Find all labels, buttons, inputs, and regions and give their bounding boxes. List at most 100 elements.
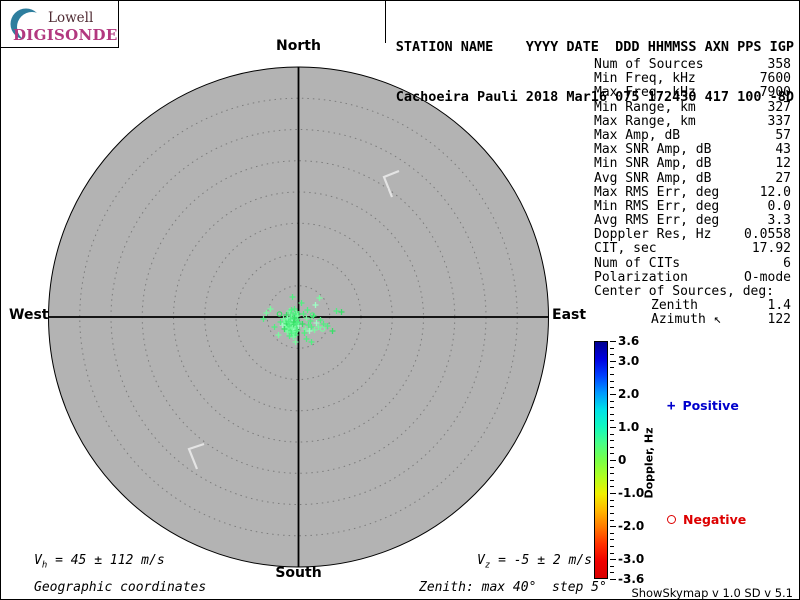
stat-value: O-mode [744, 271, 791, 285]
colorbar-tick [610, 467, 614, 468]
stat-label: Num of Sources [594, 58, 704, 72]
colorbar-tick [610, 394, 616, 395]
logo-text-lowell: Lowell [48, 10, 93, 26]
legend-negative: Negative [667, 512, 746, 527]
stat-value: 12.0 [760, 186, 791, 200]
stat-row: Doppler Res, Hz 0.0558 [594, 228, 791, 242]
colorbar-tick [610, 493, 616, 494]
stat-row: Max Range, km 337 [594, 115, 791, 129]
stat-value: 43 [775, 143, 791, 157]
legend-positive-label: Positive [682, 398, 738, 413]
colorbar-tick-label: -1.0 [618, 486, 644, 500]
vz-text: = -5 ± 2 m/s [490, 553, 592, 568]
colorbar-tick [610, 407, 614, 408]
stat-value: 0.0558 [744, 228, 791, 242]
stat-label: Min Range, km [594, 101, 696, 115]
lowell-digisonde-logo: Lowell DIGISONDE [1, 1, 119, 48]
colorbar-tick [610, 447, 614, 448]
colorbar-tick [610, 434, 614, 435]
stat-label: Polarization [594, 271, 688, 285]
header-column-titles: STATION NAME YYYY DATE DDD HHMMSS AXN PP… [396, 39, 794, 56]
stat-row: Num of CITs 6 [594, 257, 791, 271]
stat-value: 57 [775, 129, 791, 143]
stat-value: 0.0 [768, 200, 791, 214]
colorbar-tick [610, 348, 614, 349]
colorbar-tick [610, 374, 614, 375]
stat-row: Max Amp, dB 57 [594, 129, 791, 143]
colorbar-axis-label: Doppler, Hz [643, 427, 656, 498]
stat-label: Max Amp, dB [594, 129, 680, 143]
stat-value: 27 [775, 172, 791, 186]
colorbar-tick [610, 553, 614, 554]
colorbar-tick-label: 1.0 [618, 420, 639, 434]
colorbar-tick [610, 387, 614, 388]
stat-label: Zenith [651, 299, 698, 313]
logo-text-digisonde: DIGISONDE [13, 26, 118, 44]
stat-label: Min RMS Err, deg [594, 200, 719, 214]
colorbar-tick-label: -3.0 [618, 552, 644, 566]
colorbar-tick [610, 420, 614, 421]
colorbar-tick [610, 427, 616, 428]
colorbar-tick-label: 2.0 [618, 387, 639, 401]
stat-label: Avg SNR Amp, dB [594, 172, 711, 186]
colorbar-tick [610, 460, 616, 461]
stat-value: 358 [768, 58, 791, 72]
colorbar-tick [610, 526, 616, 527]
colorbar-tick [610, 546, 614, 547]
stat-row: Zenith 1.4 [594, 299, 791, 313]
stat-value: 1.4 [768, 299, 791, 313]
colorbar-tick [610, 506, 614, 507]
colorbar-tick [610, 520, 614, 521]
stat-label: Max Range, km [594, 115, 696, 129]
stat-row: Min Freq, kHz7600 [594, 72, 791, 86]
version-label: ShowSkymap v 1.0 SD v 5.1 [631, 586, 793, 600]
colorbar-tick [610, 401, 614, 402]
showskymap-window: Lowell DIGISONDE STATION NAME YYYY DATE … [0, 0, 800, 600]
colorbar-tick [610, 533, 614, 534]
colorbar-tick [610, 473, 614, 474]
stat-row: Max Freq, kHz 7900 [594, 86, 791, 100]
stat-label: Center of Sources, deg: [594, 285, 774, 299]
zenith-range-note: Zenith: max 40° step 5° [419, 580, 607, 595]
stat-value: 17.92 [752, 242, 791, 256]
stat-label: Min SNR Amp, dB [594, 157, 711, 171]
stat-row: Min RMS Err, deg 0.0 [594, 200, 791, 214]
stat-value: 12 [775, 157, 791, 171]
stat-label: Max RMS Err, deg [594, 186, 719, 200]
plus-marker-icon: + [667, 401, 675, 411]
horizontal-velocity-value: Vh = 45 ± 112 m/s [34, 553, 165, 571]
colorbar-tick [610, 566, 614, 567]
colorbar-tick [610, 486, 614, 487]
stat-label: Num of CITs [594, 257, 680, 271]
stat-value: 337 [768, 115, 791, 129]
stat-value: 327 [768, 101, 791, 115]
circle-marker-icon [667, 515, 676, 524]
coordinates-note: Geographic coordinates [34, 580, 206, 595]
colorbar-tick [610, 367, 614, 368]
stat-value: 6 [783, 257, 791, 271]
colorbar-tick [610, 539, 614, 540]
colorbar-tick [610, 381, 614, 382]
stat-label: CIT, sec [594, 242, 657, 256]
stat-row: CIT, sec 17.92 [594, 242, 791, 256]
stat-label: Max SNR Amp, dB [594, 143, 711, 157]
colorbar-tick [610, 440, 614, 441]
stat-row: Center of Sources, deg: [594, 285, 791, 299]
stat-label: Doppler Res, Hz [594, 228, 711, 242]
colorbar-tick [610, 341, 616, 342]
compass-north-label: North [248, 38, 349, 54]
vh-text: = 45 ± 112 m/s [47, 553, 164, 568]
stat-label: Max Freq, kHz [594, 86, 696, 100]
colorbar-tick [610, 559, 616, 560]
colorbar-tick [610, 354, 614, 355]
colorbar-tick [610, 579, 616, 580]
colorbar-tick-label: 3.6 [618, 334, 639, 348]
stat-row: Min SNR Amp, dB 12 [594, 157, 791, 171]
colorbar-tick-label: 3.0 [618, 354, 639, 368]
colorbar-tick [610, 414, 614, 415]
legend-positive: + Positive [667, 398, 739, 413]
colorbar-tick-label: 0 [618, 453, 626, 467]
vz-symbol: V [477, 553, 485, 568]
stat-value: 7900 [760, 86, 791, 100]
colorbar-tick [610, 513, 614, 514]
